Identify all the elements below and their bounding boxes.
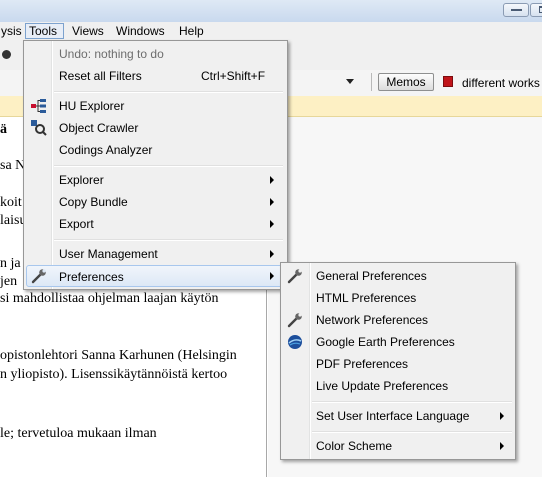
maximize-button[interactable] <box>530 3 542 17</box>
menu-item-label: Preferences <box>59 270 124 284</box>
submenu-arrow-icon <box>270 220 274 228</box>
menu-item-label: Explorer <box>59 173 104 187</box>
menu-item-object-crawler[interactable]: Object Crawler <box>26 117 285 139</box>
menu-item-undo[interactable]: Undo: nothing to do <box>26 43 285 65</box>
menu-item-label: Google Earth Preferences <box>316 335 455 349</box>
document-line: opistonlehtori Sanna Karhunen (Helsingin <box>0 348 237 363</box>
document-line: n yliopisto). Lisenssikäytännöistä kerto… <box>0 367 228 382</box>
menubar: ysis Tools Views Windows Help <box>0 22 542 41</box>
menu-item-explorer[interactable]: Explorer <box>26 169 285 191</box>
menu-item-label: Reset all Filters <box>59 69 142 83</box>
document-line: si mahdollistaa ohjelman laajan käytön <box>0 291 219 306</box>
menu-item-label: Copy Bundle <box>59 195 128 209</box>
document-line: n ja <box>0 256 21 271</box>
submenu-arrow-icon <box>500 412 504 420</box>
hu-explorer-icon <box>31 99 46 113</box>
menu-item-html-preferences[interactable]: HTML Preferences <box>283 287 513 309</box>
memos-button[interactable]: Memos <box>378 73 434 91</box>
menu-analysis[interactable]: ysis <box>0 23 25 39</box>
menu-item-label: PDF Preferences <box>316 357 409 371</box>
document-line: ä <box>0 122 7 137</box>
document-line: jen <box>0 274 18 289</box>
document-icon <box>443 76 453 87</box>
minimize-button[interactable] <box>503 3 529 17</box>
submenu-arrow-icon <box>270 198 274 206</box>
menu-item-label: HU Explorer <box>59 99 125 113</box>
menu-item-general-preferences[interactable]: General Preferences <box>283 265 513 287</box>
document-line: le; tervetuloa mukaan ilman <box>0 426 157 441</box>
submenu-arrow-icon <box>270 176 274 184</box>
toolbar-separator <box>371 73 372 91</box>
menu-item-reset-filters[interactable]: Reset all Filters Ctrl+Shift+F <box>26 65 285 87</box>
document-name[interactable]: different works <box>462 76 540 90</box>
submenu-arrow-icon <box>500 442 504 450</box>
menu-item-label: Set User Interface Language <box>316 409 470 423</box>
window-titlebar <box>0 0 542 22</box>
menu-item-user-management[interactable]: User Management <box>26 243 285 265</box>
menu-item-network-preferences[interactable]: Network Preferences <box>283 309 513 331</box>
menu-item-label: User Management <box>59 247 158 261</box>
menu-item-google-earth-preferences[interactable]: Google Earth Preferences <box>283 331 513 353</box>
menu-item-label: Codings Analyzer <box>59 143 153 157</box>
menu-separator <box>54 239 283 241</box>
menu-item-label: Network Preferences <box>316 313 429 327</box>
menu-item-codings-analyzer[interactable]: Codings Analyzer <box>26 139 285 161</box>
menu-item-shortcut: Ctrl+Shift+F <box>201 69 266 83</box>
menu-item-set-ui-language[interactable]: Set User Interface Language <box>283 405 513 427</box>
object-crawler-icon <box>31 120 47 136</box>
wrench-icon <box>287 269 302 284</box>
menu-item-hu-explorer[interactable]: HU Explorer <box>26 95 285 117</box>
menu-windows[interactable]: Windows <box>113 23 168 39</box>
menu-item-preferences[interactable]: Preferences <box>26 265 285 287</box>
menu-item-label: Color Scheme <box>316 439 393 453</box>
menu-separator <box>54 91 283 93</box>
menu-item-label: Live Update Preferences <box>316 379 449 393</box>
menu-item-label: General Preferences <box>316 269 427 283</box>
menu-tools[interactable]: Tools <box>25 23 64 39</box>
document-line: koit <box>0 195 22 210</box>
submenu-arrow-icon <box>270 272 274 280</box>
bomb-icon[interactable] <box>2 50 11 59</box>
menu-item-pdf-preferences[interactable]: PDF Preferences <box>283 353 513 375</box>
menu-item-label: Undo: nothing to do <box>59 47 164 61</box>
tools-menu: Undo: nothing to do Reset all Filters Ct… <box>23 40 288 290</box>
document-line: sa N <box>0 158 26 173</box>
preferences-submenu: General Preferences HTML Preferences Net… <box>280 262 516 460</box>
chevron-down-icon[interactable] <box>346 79 354 84</box>
menu-separator <box>54 165 283 167</box>
menu-item-label: HTML Preferences <box>316 291 417 305</box>
globe-icon <box>288 335 302 349</box>
menu-item-label: Object Crawler <box>59 121 139 135</box>
menu-item-color-scheme[interactable]: Color Scheme <box>283 435 513 457</box>
wrench-icon <box>287 313 302 328</box>
submenu-arrow-icon <box>270 250 274 258</box>
menu-item-live-update-preferences[interactable]: Live Update Preferences <box>283 375 513 397</box>
menu-item-export[interactable]: Export <box>26 213 285 235</box>
minimize-icon <box>511 9 522 11</box>
menu-separator <box>312 401 512 403</box>
menu-item-label: Export <box>59 217 94 231</box>
wrench-icon <box>31 269 46 284</box>
menu-separator <box>312 431 512 433</box>
menu-help[interactable]: Help <box>176 23 207 39</box>
menu-item-copy-bundle[interactable]: Copy Bundle <box>26 191 285 213</box>
menu-views[interactable]: Views <box>69 23 107 39</box>
